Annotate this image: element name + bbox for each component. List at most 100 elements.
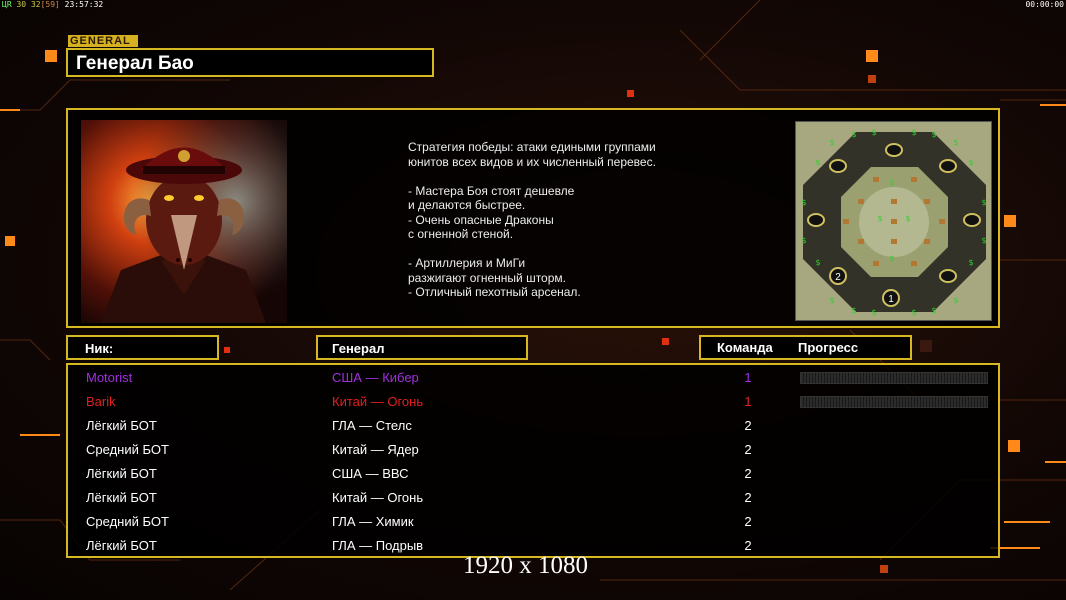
- player-nick: Лёгкий БОТ: [86, 466, 157, 481]
- cash-marker: $: [931, 130, 936, 139]
- player-nick: Barik: [86, 394, 116, 409]
- cash-marker: $: [931, 306, 936, 315]
- cash-marker: $: [889, 254, 894, 263]
- player-general: США — ВВС: [332, 466, 409, 481]
- cash-marker: $: [981, 198, 986, 207]
- cash-marker: $: [871, 308, 876, 317]
- supply-crate-marker: [924, 239, 930, 244]
- general-portrait: [81, 120, 287, 323]
- cash-marker: $: [953, 296, 958, 305]
- hud-num2: 32: [30, 0, 41, 9]
- description-line: - Очень опасные Драконы: [408, 212, 554, 227]
- cash-marker: $: [815, 258, 820, 267]
- supply-crate-marker: [891, 199, 897, 204]
- player-row[interactable]: Лёгкий БОТ Китай — Огонь 2: [68, 487, 998, 511]
- player-team: 1: [744, 394, 752, 409]
- player-row[interactable]: Средний БОТ Китай — Ядер 2: [68, 439, 998, 463]
- cash-marker: $: [968, 258, 973, 267]
- description-line: и делаются быстрее.: [408, 198, 526, 212]
- hud-left: ЦR 30 32[59] 23:57:32: [2, 0, 103, 9]
- description-line: разжигают огненный шторм.: [408, 270, 566, 285]
- supply-crate-marker: [873, 261, 879, 266]
- supply-crate-marker: [911, 261, 917, 266]
- cash-marker: $: [815, 158, 820, 167]
- progress-bar: [800, 396, 988, 408]
- header-general: Генерал: [316, 335, 528, 360]
- cash-marker: $: [877, 214, 882, 223]
- cash-marker: $: [871, 128, 876, 137]
- player-general: ГЛА — Подрыв: [332, 538, 424, 553]
- supply-crate-marker: [858, 199, 864, 204]
- general-tag: GENERAL: [68, 35, 138, 47]
- cash-marker: $: [905, 214, 910, 223]
- player-general: Китай — Ядер: [332, 442, 419, 457]
- player-team: 1: [744, 370, 752, 385]
- general-name: Генерал Бао: [76, 53, 194, 74]
- supply-crate-marker: [891, 219, 897, 224]
- player-nick: Лёгкий БОТ: [86, 418, 157, 433]
- map-preview[interactable]: $ $ $ $ $ $ $ $ $ $ $ $ $ $ $ $ $ $ $ $ $ $ $ $ 2 1: [795, 121, 992, 321]
- description-line: с огненной стеной.: [408, 227, 514, 241]
- player-team: 2: [744, 514, 752, 529]
- cash-marker: $: [911, 308, 916, 317]
- player-row[interactable]: Средний БОТ ГЛА — Химик 2: [68, 511, 998, 535]
- player-nick: Средний БОТ: [86, 514, 169, 529]
- description-line: Стратегия победы: атаки едиными группами: [408, 140, 656, 154]
- cash-marker: $: [911, 128, 916, 137]
- supply-crate-marker: [911, 177, 917, 182]
- player-team: 2: [744, 418, 752, 433]
- oil-derrick-marker: [885, 143, 903, 157]
- description-line: - Артиллерия и МиГи: [408, 256, 526, 270]
- general-info-panel: Стратегия победы: атаки едиными группами…: [66, 108, 1000, 328]
- oil-derrick-marker: [963, 213, 981, 227]
- player-general: Китай — Огонь: [332, 394, 424, 409]
- oil-derrick-marker: [939, 159, 957, 173]
- player-team: 2: [744, 442, 752, 457]
- player-team: 2: [744, 466, 752, 481]
- cash-marker: $: [953, 138, 958, 147]
- cash-marker: $: [829, 296, 834, 305]
- start-position-2[interactable]: 2: [829, 267, 847, 285]
- header-team-progress: Команда Прогресс: [699, 335, 912, 360]
- cash-marker: $: [829, 138, 834, 147]
- oil-derrick-marker: [829, 159, 847, 173]
- player-row[interactable]: Barik Китай — Огонь 1: [68, 391, 998, 415]
- player-general: Китай — Огонь: [332, 490, 424, 505]
- player-nick: Motorist: [86, 370, 133, 385]
- supply-crate-marker: [939, 219, 945, 224]
- player-team: 2: [744, 538, 752, 553]
- hud-clock: 23:57:32: [64, 0, 104, 9]
- general-title-box: Генерал Бао: [66, 48, 434, 77]
- hud-bracket: [59]: [40, 0, 60, 9]
- svg-text:2: 2: [835, 272, 841, 283]
- player-team: 2: [744, 490, 752, 505]
- description-line: [408, 242, 708, 257]
- svg-text:1: 1: [888, 294, 894, 305]
- general-description: Стратегия победы: атаки едиными группами…: [408, 140, 708, 300]
- supply-crate-marker: [858, 239, 864, 244]
- cash-marker: $: [851, 130, 856, 139]
- header-progress-label: Прогресс: [798, 340, 859, 355]
- player-general: ГЛА — Стелс: [332, 418, 412, 433]
- description-line: [408, 169, 708, 184]
- supply-crate-marker: [924, 199, 930, 204]
- header-team-label: Команда: [717, 340, 773, 355]
- player-general: США — Кибер: [332, 370, 419, 385]
- header-nick-label: Ник:: [85, 341, 114, 356]
- supply-crate-marker: [891, 239, 897, 244]
- start-position-1[interactable]: 1: [882, 289, 900, 307]
- header-general-label: Генерал: [332, 341, 385, 356]
- oil-derrick-marker: [939, 269, 957, 283]
- player-row[interactable]: Лёгкий БОТ ГЛА — Стелс 2: [68, 415, 998, 439]
- supply-crate-marker: [843, 219, 849, 224]
- players-panel: Motorist США — Кибер 1 Barik Китай — Огонь 1 Л…: [66, 363, 1000, 558]
- cash-marker: $: [889, 178, 894, 187]
- player-row[interactable]: Motorist США — Кибер 1: [68, 367, 998, 391]
- oil-derrick-marker: [807, 213, 825, 227]
- player-row[interactable]: Лёгкий БОТ США — ВВС 2: [68, 463, 998, 487]
- cash-marker: $: [981, 236, 986, 245]
- cash-marker: $: [968, 158, 973, 167]
- hud-right-timer: 00:00:00: [1025, 0, 1064, 9]
- cash-marker: $: [801, 236, 806, 245]
- cash-marker: $: [851, 306, 856, 315]
